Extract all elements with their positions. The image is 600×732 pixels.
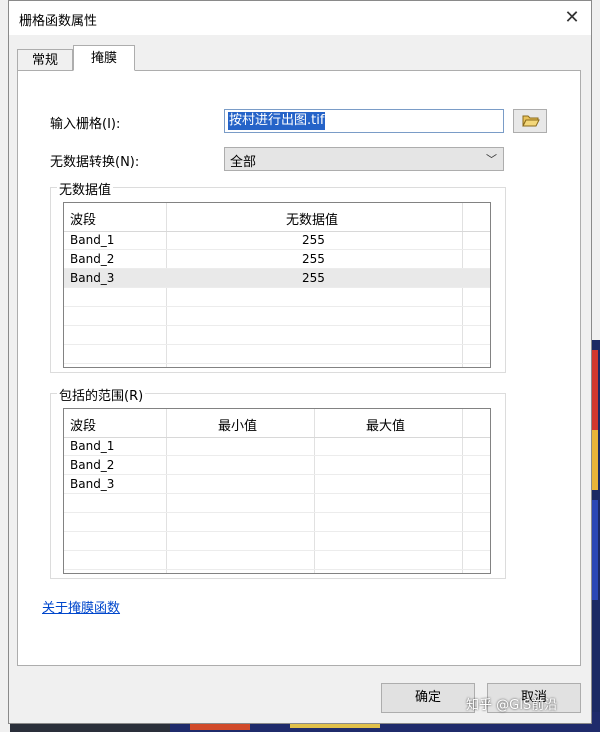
raster-function-properties-dialog: 栅格函数属性 ✕ 常规 掩膜 输入栅格(I): 按村进行出图.tif 无数据转换…: [8, 0, 592, 724]
table-row[interactable]: Band_1: [64, 437, 490, 456]
nodata-cell: 255: [302, 271, 325, 285]
nodata-convert-value: 全部: [230, 155, 257, 170]
empty-row: [64, 307, 490, 326]
input-raster-label: 输入栅格(I):: [50, 117, 121, 132]
band-cell: Band_2: [70, 252, 115, 266]
nodata-group-title: 无数据值: [57, 179, 114, 198]
empty-row: [64, 288, 490, 307]
input-raster-field[interactable]: 按村进行出图.tif: [224, 109, 504, 133]
input-raster-value: 按村进行出图.tif: [228, 112, 326, 130]
band-cell: Band_1: [70, 233, 115, 247]
empty-row: [64, 551, 490, 570]
table-row[interactable]: Band_3: [64, 475, 490, 494]
nodata-convert-label: 无数据转换(N):: [50, 155, 140, 170]
include-range-group: 包括的范围(R) 波段 最小值 最大值 Band_1 Band_2 Band_3: [50, 385, 506, 579]
table-header: 波段 最小值 最大值: [64, 409, 490, 438]
browse-button[interactable]: [513, 109, 547, 133]
watermark: 知乎 @GIS前沿: [466, 698, 558, 713]
band-cell: Band_3: [70, 477, 115, 491]
empty-row: [64, 513, 490, 532]
empty-row: [64, 494, 490, 513]
nodata-cell: 255: [302, 233, 325, 247]
band-cell: Band_3: [70, 271, 115, 285]
range-group-title: 包括的范围(R): [57, 385, 146, 404]
title-bar: 栅格函数属性 ✕: [9, 1, 591, 35]
empty-row: [64, 345, 490, 364]
table-header: 波段 无数据值: [64, 203, 490, 232]
column-header-min: 最小值: [218, 419, 258, 434]
nodata-values-group: 无数据值 波段 无数据值 Band_1 255 Band_2 255 Band_…: [50, 179, 506, 373]
include-range-table[interactable]: 波段 最小值 最大值 Band_1 Band_2 Band_3: [63, 408, 491, 574]
table-row[interactable]: Band_2 255: [64, 250, 490, 269]
empty-row: [64, 326, 490, 345]
nodata-convert-dropdown[interactable]: 全部 ﹀: [224, 147, 504, 171]
nodata-cell: 255: [302, 252, 325, 266]
table-row[interactable]: Band_2: [64, 456, 490, 475]
tab-mask[interactable]: 掩膜: [73, 45, 135, 71]
column-header-max: 最大值: [366, 419, 406, 434]
nodata-values-table[interactable]: 波段 无数据值 Band_1 255 Band_2 255 Band_3 255: [63, 202, 491, 368]
column-header-band: 波段: [70, 419, 97, 434]
folder-open-icon: [522, 115, 540, 127]
band-cell: Band_1: [70, 439, 115, 453]
empty-row: [64, 532, 490, 551]
close-button[interactable]: ✕: [559, 5, 585, 31]
chevron-down-icon: ﹀: [486, 153, 497, 166]
window-title: 栅格函数属性: [19, 14, 98, 29]
table-row[interactable]: Band_1 255: [64, 231, 490, 250]
tab-general[interactable]: 常规: [17, 49, 73, 71]
table-row[interactable]: Band_3 255: [64, 269, 490, 288]
about-mask-function-link[interactable]: 关于掩膜函数: [42, 597, 120, 616]
mask-tab-panel: 输入栅格(I): 按村进行出图.tif 无数据转换(N): 全部 ﹀ 无数据值 …: [17, 70, 581, 666]
column-header-band: 波段: [70, 213, 97, 228]
band-cell: Band_2: [70, 458, 115, 472]
close-icon: ✕: [564, 7, 580, 28]
column-header-nodata: 无数据值: [286, 213, 339, 228]
ok-button[interactable]: 确定: [381, 683, 475, 713]
